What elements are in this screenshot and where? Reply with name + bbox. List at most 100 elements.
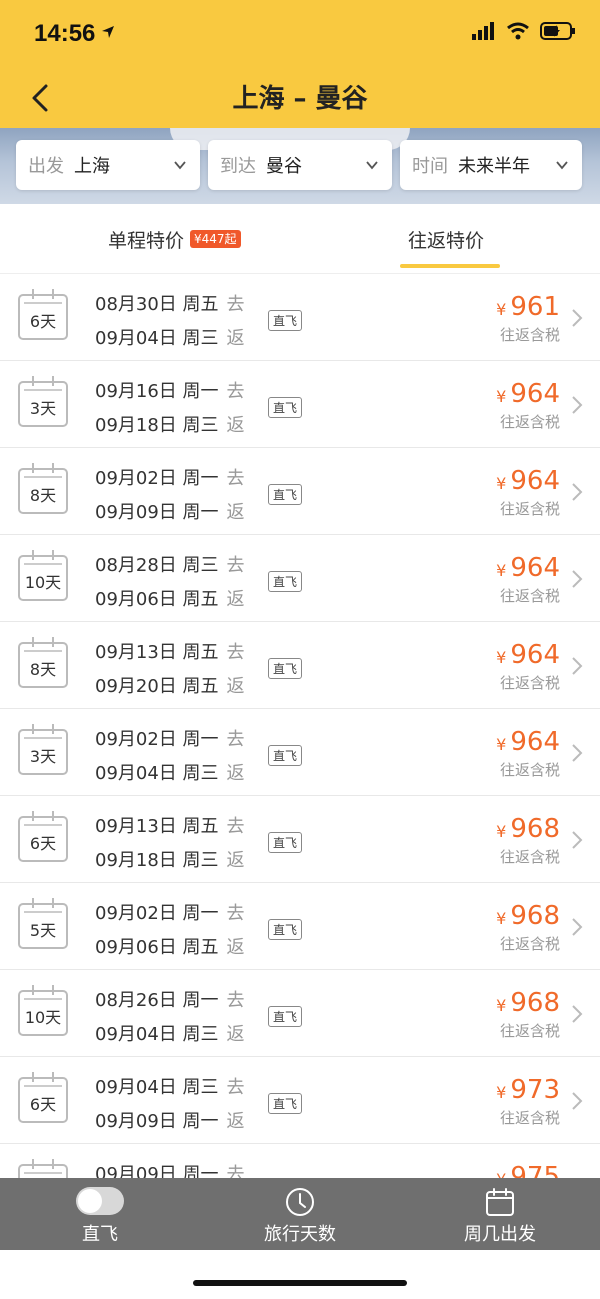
nav-bar: 上海 – 曼谷 xyxy=(0,68,600,128)
tab-one-way[interactable]: 单程特价 ¥447起 xyxy=(108,204,241,274)
price-amount: 964 xyxy=(510,379,560,409)
status-icons xyxy=(472,22,576,40)
toggle-switch[interactable] xyxy=(76,1187,124,1215)
deal-row[interactable]: 8天 09月02日 周一去 09月09日 周一返 直飞 ¥964 往返含税 xyxy=(0,448,600,535)
signal-icon xyxy=(472,22,494,40)
price-amount: 968 xyxy=(510,901,560,931)
direct-flight-tag: 直飞 xyxy=(268,484,303,505)
calendar-top-line xyxy=(24,737,62,739)
calendar-icon: 8天 xyxy=(18,463,68,514)
deal-row[interactable]: 5天 09月02日 周一去 09月06日 周五返 直飞 ¥968 往返含税 xyxy=(0,883,600,970)
calendar-top-line xyxy=(24,1172,62,1174)
arrive-filter-value: 曼谷 xyxy=(266,156,302,177)
tax-note: 往返含税 xyxy=(499,848,560,866)
return-date: 09月20日 周五 xyxy=(95,676,219,697)
weekday-button[interactable]: 周几出发 xyxy=(400,1178,600,1250)
return-date: 09月06日 周五 xyxy=(95,937,219,958)
home-indicator[interactable] xyxy=(193,1280,407,1286)
depart-date: 09月02日 周一 xyxy=(95,729,219,750)
price: ¥968 xyxy=(496,814,560,844)
trip-days: 6天 xyxy=(29,834,57,853)
active-tab-indicator xyxy=(400,264,500,268)
deal-row[interactable]: 6天 09月13日 周五去 09月18日 周三返 直飞 ¥968 往返含税 xyxy=(0,796,600,883)
tab-bar: 单程特价 ¥447起 往返特价 xyxy=(0,204,600,274)
calendar-icon xyxy=(486,1188,514,1216)
wifi-icon xyxy=(507,22,529,40)
deal-list[interactable]: 6天 08月30日 周五去 09月04日 周三返直飞 ¥961 往返含税 3天 09月16日… xyxy=(0,274,600,1178)
trip-days: 5天 xyxy=(29,921,57,940)
return-tag: 返 xyxy=(226,1024,245,1045)
return-tag: 返 xyxy=(226,763,245,784)
trip-days: 8天 xyxy=(29,486,57,505)
deal-row[interactable]: 10天 08月26日 周一去 09月04日 周三返 直飞 ¥968 往返含税 xyxy=(0,970,600,1057)
depart-date: 09月09日 周一 xyxy=(95,1164,219,1178)
depart-tag: 去 xyxy=(226,1077,245,1098)
depart-date: 09月13日 周五 xyxy=(95,642,219,663)
tab-one-way-label: 单程特价 xyxy=(108,229,185,252)
price: ¥964 xyxy=(496,727,560,757)
depart-date-line: 08月30日 周五去 xyxy=(95,290,245,316)
direct-flight-tag: 直飞 xyxy=(268,1093,303,1114)
trip-days: 10天 xyxy=(24,1008,62,1027)
deal-row[interactable]: 6天 09月04日 周三去 09月09日 周一返 直飞 ¥973 往返含税 xyxy=(0,1057,600,1144)
calendar-top-line xyxy=(24,563,62,565)
calendar-top-line xyxy=(24,476,62,478)
return-tag: 返 xyxy=(226,676,245,697)
depart-filter-value: 上海 xyxy=(74,156,110,177)
filter-banner: 出发 上海 到达 曼谷 时间 未来半年 xyxy=(0,128,600,204)
return-date-line: 09月09日 周一返 xyxy=(95,1107,245,1133)
chevron-right-icon xyxy=(572,831,583,849)
return-tag: 返 xyxy=(226,589,245,610)
depart-date-line: 08月28日 周三去 xyxy=(95,551,245,577)
depart-date: 09月16日 周一 xyxy=(95,381,219,402)
direct-flight-tag: 直飞 xyxy=(268,745,303,766)
price-amount: 964 xyxy=(510,466,560,496)
trip-days: 8天 xyxy=(29,660,57,679)
deal-row[interactable]: 8天 09月13日 周五去 09月20日 周五返 直飞 ¥964 往返含税 xyxy=(0,622,600,709)
calendar-icon xyxy=(18,1159,68,1178)
price: ¥964 xyxy=(496,553,560,583)
deal-row[interactable]: 10天 08月28日 周三去 09月06日 周五返 直飞 ¥964 往返含税 xyxy=(0,535,600,622)
price: ¥975 xyxy=(496,1162,560,1178)
price-amount: 968 xyxy=(510,988,560,1018)
direct-flight-tag: 直飞 xyxy=(268,919,303,940)
weekday-label: 周几出发 xyxy=(464,1224,536,1245)
chevron-right-icon xyxy=(572,918,583,936)
deal-row[interactable]: 3天 09月16日 周一去 09月18日 周三返 直飞 ¥964 往返含税 xyxy=(0,361,600,448)
return-date-line: 09月18日 周三返 xyxy=(95,411,245,437)
chevron-right-icon xyxy=(572,570,583,588)
home-area xyxy=(0,1250,600,1299)
calendar-icon: 5天 xyxy=(18,898,68,949)
calendar-top-line xyxy=(24,998,62,1000)
depart-date: 08月30日 周五 xyxy=(95,294,219,315)
depart-date: 09月13日 周五 xyxy=(95,816,219,837)
depart-date: 08月28日 周三 xyxy=(95,555,219,576)
arrive-filter-label: 到达 xyxy=(220,156,256,177)
trip-days: 6天 xyxy=(29,1095,57,1114)
tax-note: 往返含税 xyxy=(499,1022,560,1040)
deal-row[interactable]: 6天 08月30日 周五去 09月04日 周三返 直飞 ¥961 往返含税 xyxy=(0,274,600,361)
direct-only-toggle[interactable]: 直飞 xyxy=(0,1178,200,1250)
deal-row[interactable]: 09月09日 周一去 ¥975 xyxy=(0,1144,600,1178)
direct-flight-tag: 直飞 xyxy=(268,658,303,679)
depart-tag: 去 xyxy=(226,990,245,1011)
arrive-filter[interactable]: 到达 曼谷 xyxy=(208,140,392,190)
depart-date-line: 09月02日 周一去 xyxy=(95,725,245,751)
deal-row[interactable]: 3天 09月02日 周一去 09月04日 周三返 直飞 ¥964 往返含税 xyxy=(0,709,600,796)
trip-days: 10天 xyxy=(24,573,62,592)
return-date-line: 09月06日 周五返 xyxy=(95,933,245,959)
depart-date-line: 09月13日 周五去 xyxy=(95,812,245,838)
time-filter[interactable]: 时间 未来半年 xyxy=(400,140,582,190)
calendar-top-line xyxy=(24,911,62,913)
price-amount: 964 xyxy=(510,727,560,757)
depart-tag: 去 xyxy=(226,816,245,837)
currency-symbol: ¥ xyxy=(496,1083,507,1102)
trip-length-button[interactable]: 旅行天数 xyxy=(200,1178,400,1250)
return-tag: 返 xyxy=(226,415,245,436)
price-amount: 964 xyxy=(510,553,560,583)
return-date: 09月04日 周三 xyxy=(95,763,219,784)
tax-note: 往返含税 xyxy=(499,326,560,344)
time-filter-label: 时间 xyxy=(412,156,448,177)
depart-filter[interactable]: 出发 上海 xyxy=(16,140,200,190)
return-date-line: 09月04日 周三返 xyxy=(95,759,245,785)
